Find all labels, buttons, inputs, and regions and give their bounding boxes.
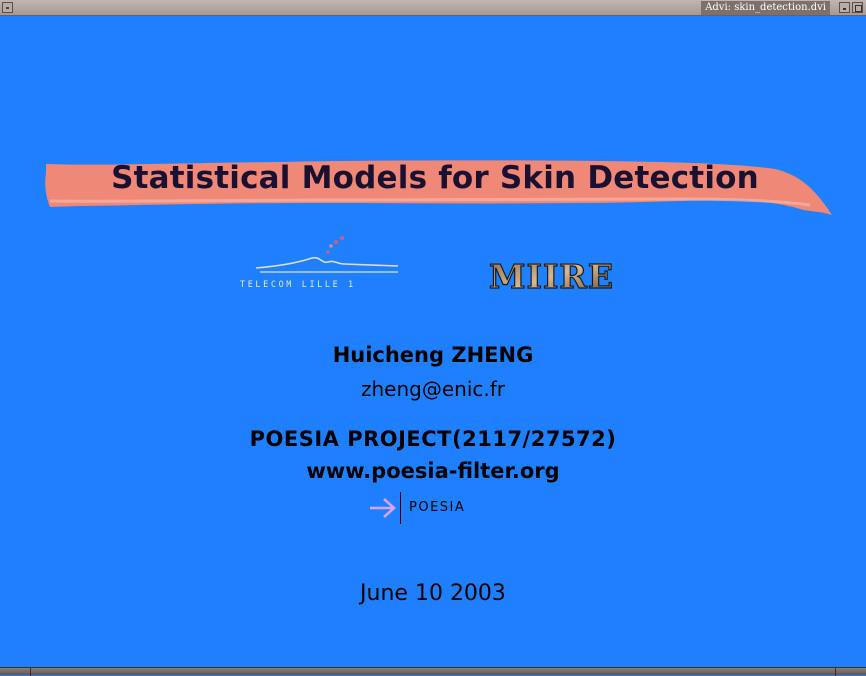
poesia-logo: POESIA xyxy=(368,492,498,526)
author-name: Huicheng ZHENG xyxy=(332,343,534,367)
project-url: www.poesia-filter.org xyxy=(306,459,560,483)
window-title: Advi: skin_detection.dvi xyxy=(701,1,830,15)
telecom-lille-logo: TELECOM LILLE 1 xyxy=(240,236,399,290)
project-name: POESIA PROJECT(2117/27572) xyxy=(249,427,617,451)
miire-text: MIIRE xyxy=(489,258,614,294)
presentation-date: June 10 2003 xyxy=(360,581,506,606)
window-titlebar: Advi: skin_detection.dvi xyxy=(0,0,866,16)
slide-title: Statistical Models for Skin Detection xyxy=(111,160,759,196)
author-email: zheng@enic.fr xyxy=(360,377,505,401)
maximize-icon[interactable] xyxy=(852,2,863,13)
miire-logo: MIIRE xyxy=(488,258,614,294)
poesia-divider xyxy=(400,492,401,524)
poesia-wordmark: POESIA xyxy=(409,500,466,515)
window-menu-icon[interactable] xyxy=(2,2,13,13)
telecom-lille-text: TELECOM LILLE 1 xyxy=(240,280,356,290)
poesia-arrow-icon xyxy=(370,498,396,518)
window-bottom-frame xyxy=(0,667,866,676)
minimize-icon[interactable] xyxy=(839,2,850,13)
